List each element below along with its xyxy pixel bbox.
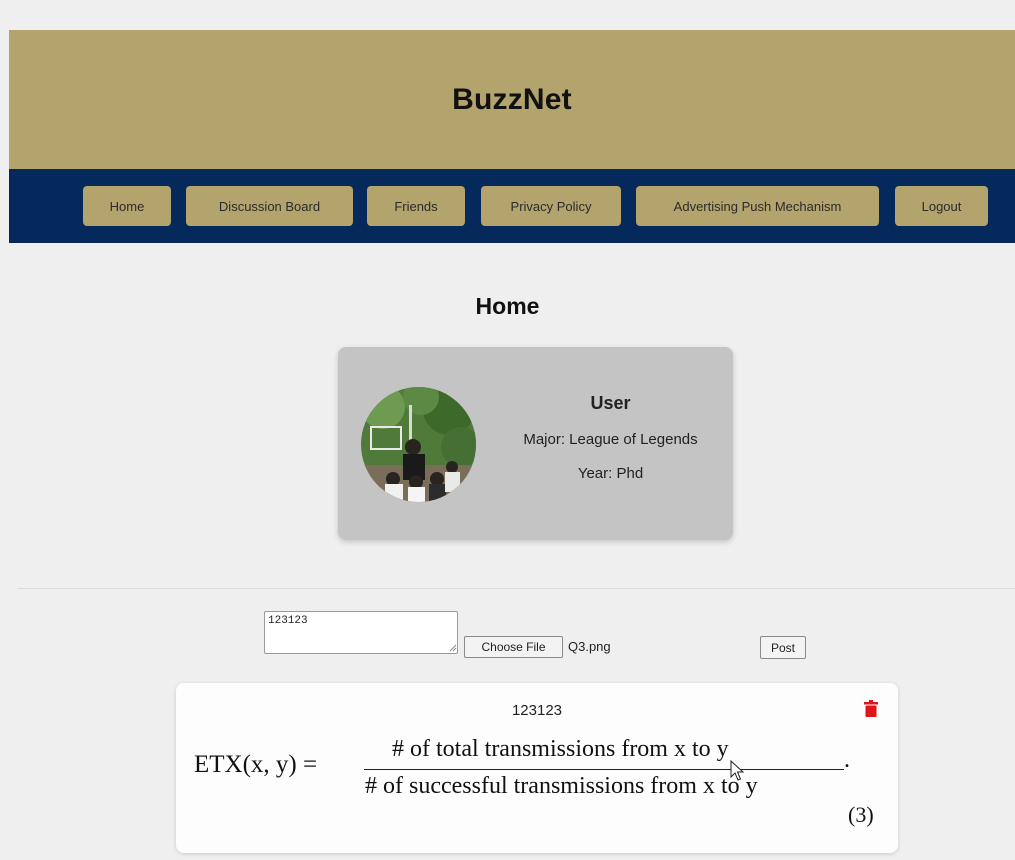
- nav-discussion-board-button[interactable]: Discussion Board: [186, 186, 353, 226]
- nav-friends-button[interactable]: Friends: [367, 186, 465, 226]
- nav-privacy-policy-button[interactable]: Privacy Policy: [481, 186, 621, 226]
- nav-logout-button[interactable]: Logout: [895, 186, 988, 226]
- avatar: [361, 387, 476, 502]
- browser-top-strip: [0, 0, 1015, 30]
- page-title: Home: [475, 293, 540, 319]
- main-navbar: Home Discussion Board Friends Privacy Po…: [9, 169, 1015, 243]
- site-title: BuzzNet: [452, 82, 572, 116]
- site-header: BuzzNet: [9, 30, 1015, 169]
- formula-numerator: # of total transmissions from x to y: [392, 736, 729, 762]
- formula-equation-number: (3): [848, 802, 874, 827]
- nav-home-button[interactable]: Home: [83, 186, 171, 226]
- nav-advertising-push-button[interactable]: Advertising Push Mechanism: [636, 186, 879, 226]
- formula-fraction-bar: [364, 769, 844, 770]
- selected-file-name: Q3.png: [568, 639, 611, 654]
- profile-year: Year: Phd: [577, 465, 644, 482]
- avatar-photo: [361, 387, 476, 502]
- profile-name: User: [590, 393, 631, 413]
- profile-info: User Major: League of Legends Year: Phd: [488, 387, 733, 482]
- resize-grip-icon[interactable]: [449, 643, 457, 652]
- section-divider: [18, 588, 1015, 589]
- post-image-formula: ETX(x, y) = # of total transmissions fro…: [176, 683, 898, 853]
- post-card: 123123 ETX(x, y) = # of total transmissi…: [176, 683, 898, 853]
- formula-lhs: ETX(x, y) =: [194, 751, 318, 778]
- choose-file-button[interactable]: Choose File: [464, 636, 563, 658]
- mouse-cursor-icon: [730, 760, 745, 781]
- formula-period: .: [844, 747, 850, 773]
- profile-major: Major: League of Legends: [523, 431, 698, 448]
- post-button[interactable]: Post: [760, 636, 806, 659]
- post-text-input[interactable]: 123123: [264, 611, 458, 654]
- profile-card: User Major: League of Legends Year: Phd: [338, 347, 733, 540]
- formula-denominator: # of successful transmissions from x to …: [365, 773, 758, 799]
